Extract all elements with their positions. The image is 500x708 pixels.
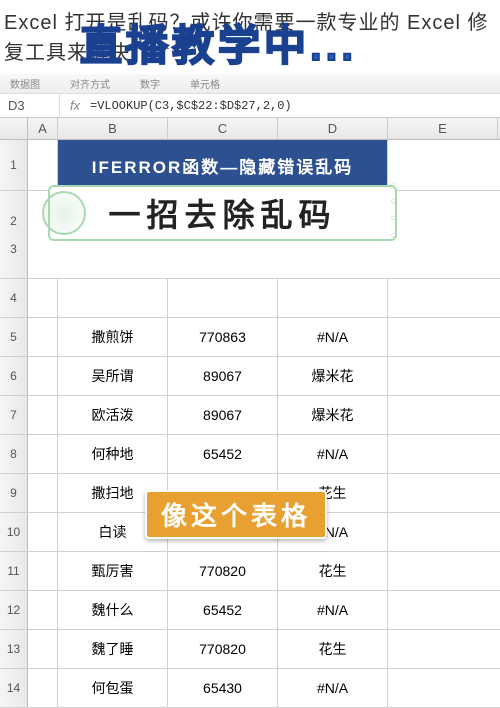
grid: 1 IFERROR函数—隐藏错误乱码 23 一招去除乱码 4 5 撒煎饼 bbox=[0, 140, 500, 708]
row-header[interactable]: 1 bbox=[0, 140, 28, 190]
formula-input[interactable]: =VLOOKUP(C3,$C$22:$D$27,2,0) bbox=[90, 99, 500, 113]
col-header-A[interactable]: A bbox=[28, 118, 58, 139]
cell[interactable]: 770863 bbox=[168, 318, 278, 356]
table-row: 14 何包蛋 65430 #N/A bbox=[0, 669, 500, 708]
cell[interactable] bbox=[28, 279, 58, 317]
cell[interactable] bbox=[28, 318, 58, 356]
cell[interactable]: 770820 bbox=[168, 630, 278, 668]
banner-text: 一招去除乱码 bbox=[48, 185, 397, 241]
row-header[interactable]: 10 bbox=[0, 513, 28, 551]
cell[interactable]: 89067 bbox=[168, 357, 278, 395]
cell[interactable] bbox=[28, 435, 58, 473]
formula-bar: D3 fx =VLOOKUP(C3,$C$22:$D$27,2,0) bbox=[0, 94, 500, 118]
cell[interactable] bbox=[278, 279, 388, 317]
cell[interactable]: #N/A bbox=[278, 318, 388, 356]
cell[interactable]: 爆米花 bbox=[278, 357, 388, 395]
overlay-teaching-text: 直播教学中... bbox=[80, 12, 357, 73]
cell[interactable]: 65452 bbox=[168, 435, 278, 473]
cell[interactable]: 欧活泼 bbox=[58, 396, 168, 434]
cell[interactable]: #N/A bbox=[278, 669, 388, 707]
table-row: 11 甄厉害 770820 花生 bbox=[0, 552, 500, 591]
banner-cell[interactable]: 一招去除乱码 bbox=[58, 191, 388, 235]
cell[interactable]: 89067 bbox=[168, 396, 278, 434]
cell[interactable]: 何种地 bbox=[58, 435, 168, 473]
col-header-E[interactable]: E bbox=[388, 118, 498, 139]
select-all[interactable] bbox=[0, 118, 28, 139]
cell[interactable] bbox=[28, 357, 58, 395]
cell[interactable]: 甄厉害 bbox=[58, 552, 168, 590]
row-header[interactable]: 8 bbox=[0, 435, 28, 473]
cell[interactable] bbox=[28, 669, 58, 707]
table-row: 1 IFERROR函数—隐藏错误乱码 bbox=[0, 140, 500, 191]
row-header[interactable]: 14 bbox=[0, 669, 28, 707]
cell[interactable] bbox=[28, 396, 58, 434]
row-header[interactable]: 9 bbox=[0, 474, 28, 512]
cell[interactable]: 花生 bbox=[278, 630, 388, 668]
col-header-B[interactable]: B bbox=[58, 118, 168, 139]
cell[interactable]: #N/A bbox=[278, 591, 388, 629]
cell[interactable] bbox=[58, 279, 168, 317]
col-header-C[interactable]: C bbox=[168, 118, 278, 139]
cell[interactable]: 撒煎饼 bbox=[58, 318, 168, 356]
cell[interactable]: 魏什么 bbox=[58, 591, 168, 629]
row-header[interactable]: 7 bbox=[0, 396, 28, 434]
overlay-yellow-badge: 像这个表格 bbox=[145, 490, 327, 539]
title-cell[interactable]: IFERROR函数—隐藏错误乱码 bbox=[58, 140, 388, 190]
row-header[interactable]: 5 bbox=[0, 318, 28, 356]
excel-ribbon-hint: 数据图 对齐方式 数字 单元格 bbox=[0, 74, 500, 94]
name-box[interactable]: D3 bbox=[0, 94, 60, 117]
cell[interactable]: 吴所谓 bbox=[58, 357, 168, 395]
table-row: 13 魏了睡 770820 花生 bbox=[0, 630, 500, 669]
row-header[interactable]: 23 bbox=[0, 191, 28, 278]
cell[interactable]: 何包蛋 bbox=[58, 669, 168, 707]
cell[interactable]: 爆米花 bbox=[278, 396, 388, 434]
cell[interactable]: 65452 bbox=[168, 591, 278, 629]
column-headers: A B C D E bbox=[0, 118, 500, 140]
spreadsheet: A B C D E 1 IFERROR函数—隐藏错误乱码 23 一招去除乱码 4 bbox=[0, 118, 500, 667]
row-header[interactable]: 13 bbox=[0, 630, 28, 668]
cell[interactable]: #N/A bbox=[278, 435, 388, 473]
cell[interactable] bbox=[28, 591, 58, 629]
cell[interactable] bbox=[168, 279, 278, 317]
cell[interactable]: 花生 bbox=[278, 552, 388, 590]
cell[interactable]: 魏了睡 bbox=[58, 630, 168, 668]
table-row: 6 吴所谓 89067 爆米花 bbox=[0, 357, 500, 396]
cell[interactable] bbox=[28, 513, 58, 551]
table-row: 4 bbox=[0, 279, 500, 318]
cell[interactable] bbox=[28, 630, 58, 668]
row-header[interactable]: 4 bbox=[0, 279, 28, 317]
cell[interactable] bbox=[28, 552, 58, 590]
cell[interactable]: 65430 bbox=[168, 669, 278, 707]
table-row: 8 何种地 65452 #N/A bbox=[0, 435, 500, 474]
cell[interactable] bbox=[28, 474, 58, 512]
table-row: 23 一招去除乱码 bbox=[0, 191, 500, 279]
fx-icon[interactable]: fx bbox=[60, 98, 90, 113]
table-row: 7 欧活泼 89067 爆米花 bbox=[0, 396, 500, 435]
row-header[interactable]: 6 bbox=[0, 357, 28, 395]
table-row: 5 撒煎饼 770863 #N/A bbox=[0, 318, 500, 357]
cell[interactable]: 770820 bbox=[168, 552, 278, 590]
row-header[interactable]: 12 bbox=[0, 591, 28, 629]
table-row: 12 魏什么 65452 #N/A bbox=[0, 591, 500, 630]
col-header-D[interactable]: D bbox=[278, 118, 388, 139]
cell[interactable] bbox=[28, 140, 58, 190]
row-header[interactable]: 11 bbox=[0, 552, 28, 590]
